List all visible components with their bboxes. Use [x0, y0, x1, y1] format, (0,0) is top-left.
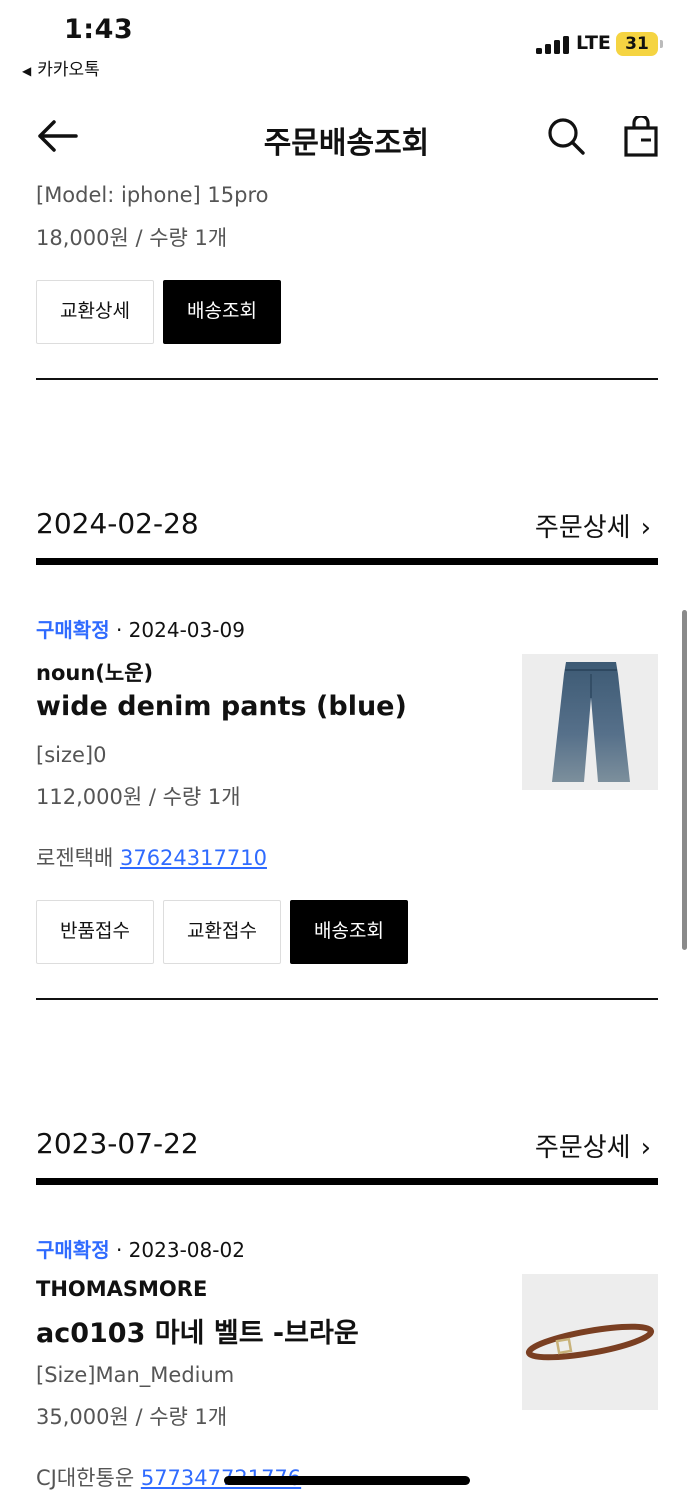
order-detail-link[interactable]: 주문상세 ›	[535, 507, 651, 544]
network-type: LTE	[576, 32, 611, 54]
divider	[36, 998, 658, 1000]
item-price-qty: 35,000원 / 수량 1개	[36, 1405, 228, 1429]
order-header-divider	[36, 558, 658, 565]
status-bar: 1:43 ◀ 카카오톡 LTE 31	[0, 0, 693, 84]
courier-name: CJ대한통운	[36, 1466, 135, 1490]
order-date: 2023-07-22	[36, 1127, 199, 1160]
chevron-right-icon: ›	[640, 1133, 651, 1163]
item-brand: THOMASMORE	[36, 1277, 208, 1301]
order-status-line: 구매확정 · 2024-03-09	[36, 614, 245, 643]
tracking-number-link[interactable]: 37624317710	[120, 846, 267, 870]
courier-name: 로젠택배	[36, 846, 114, 870]
product-thumbnail[interactable]	[522, 654, 658, 790]
chevron-right-icon: ›	[640, 513, 651, 543]
item-name[interactable]: wide denim pants (blue)	[36, 691, 407, 722]
return-request-button[interactable]: 반품접수	[36, 900, 154, 964]
divider	[36, 378, 658, 380]
track-delivery-button[interactable]: 배송조회	[290, 900, 408, 964]
state-date: · 2023-08-02	[109, 1238, 245, 1262]
item-brand: noun(노운)	[36, 661, 154, 685]
status-time: 1:43	[64, 14, 134, 45]
product-thumbnail[interactable]	[522, 1274, 658, 1410]
courier-info: 로젠택배 37624317710	[36, 842, 267, 872]
item-option: [size]0	[36, 743, 107, 767]
order-date: 2024-02-28	[36, 507, 199, 540]
exchange-detail-button[interactable]: 교환상세	[36, 280, 154, 344]
back-triangle-icon: ◀	[22, 64, 32, 78]
state-date: · 2024-03-09	[109, 618, 245, 642]
battery-icon: 31	[616, 32, 663, 56]
back-app-label: 카카오톡	[37, 60, 100, 80]
item-option-partial: [Model: iphone] 15pro	[36, 183, 269, 207]
search-icon[interactable]	[546, 116, 586, 156]
track-delivery-button[interactable]: 배송조회	[163, 280, 281, 344]
exchange-request-button[interactable]: 교환접수	[163, 900, 281, 964]
item-price-qty: 18,000원 / 수량 1개	[36, 226, 228, 250]
order-status-line: 구매확정 · 2023-08-02	[36, 1234, 245, 1263]
home-indicator[interactable]	[224, 1476, 470, 1485]
page-title: 주문배송조회	[263, 126, 430, 161]
item-price-qty: 112,000원 / 수량 1개	[36, 785, 241, 809]
order-header-divider	[36, 1178, 658, 1185]
signal-icon	[536, 36, 570, 54]
order-detail-link[interactable]: 주문상세 ›	[535, 1127, 651, 1164]
purchase-state: 구매확정	[36, 618, 110, 642]
item-name[interactable]: ac0103 마네 벨트 -브라운	[36, 1311, 359, 1350]
shopping-bag-icon[interactable]	[622, 114, 662, 158]
purchase-state: 구매확정	[36, 1238, 110, 1262]
nav-header: 주문배송조회	[0, 104, 693, 170]
back-to-app-link[interactable]: ◀ 카카오톡	[22, 55, 100, 80]
item-option: [Size]Man_Medium	[36, 1363, 235, 1387]
scrollbar[interactable]	[682, 610, 687, 950]
order-detail-label: 주문상세	[534, 513, 631, 543]
order-detail-label: 주문상세	[534, 1133, 631, 1163]
